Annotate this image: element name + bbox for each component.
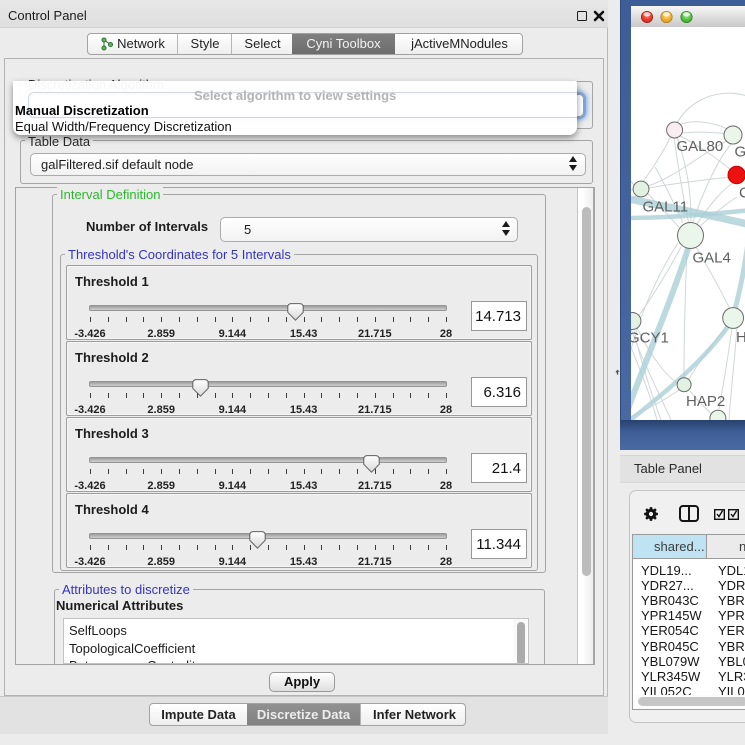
svg-text:GAL80: GAL80 (677, 138, 724, 155)
svg-text:GAL4: GAL4 (693, 250, 731, 267)
svg-text:HAP2: HAP2 (686, 393, 725, 410)
svg-text:GAL11: GAL11 (643, 199, 689, 216)
svg-text:H: H (736, 329, 745, 346)
svg-text:C: C (739, 185, 745, 202)
svg-text:GA: GA (735, 144, 745, 161)
svg-text:GCY1: GCY1 (631, 330, 669, 347)
